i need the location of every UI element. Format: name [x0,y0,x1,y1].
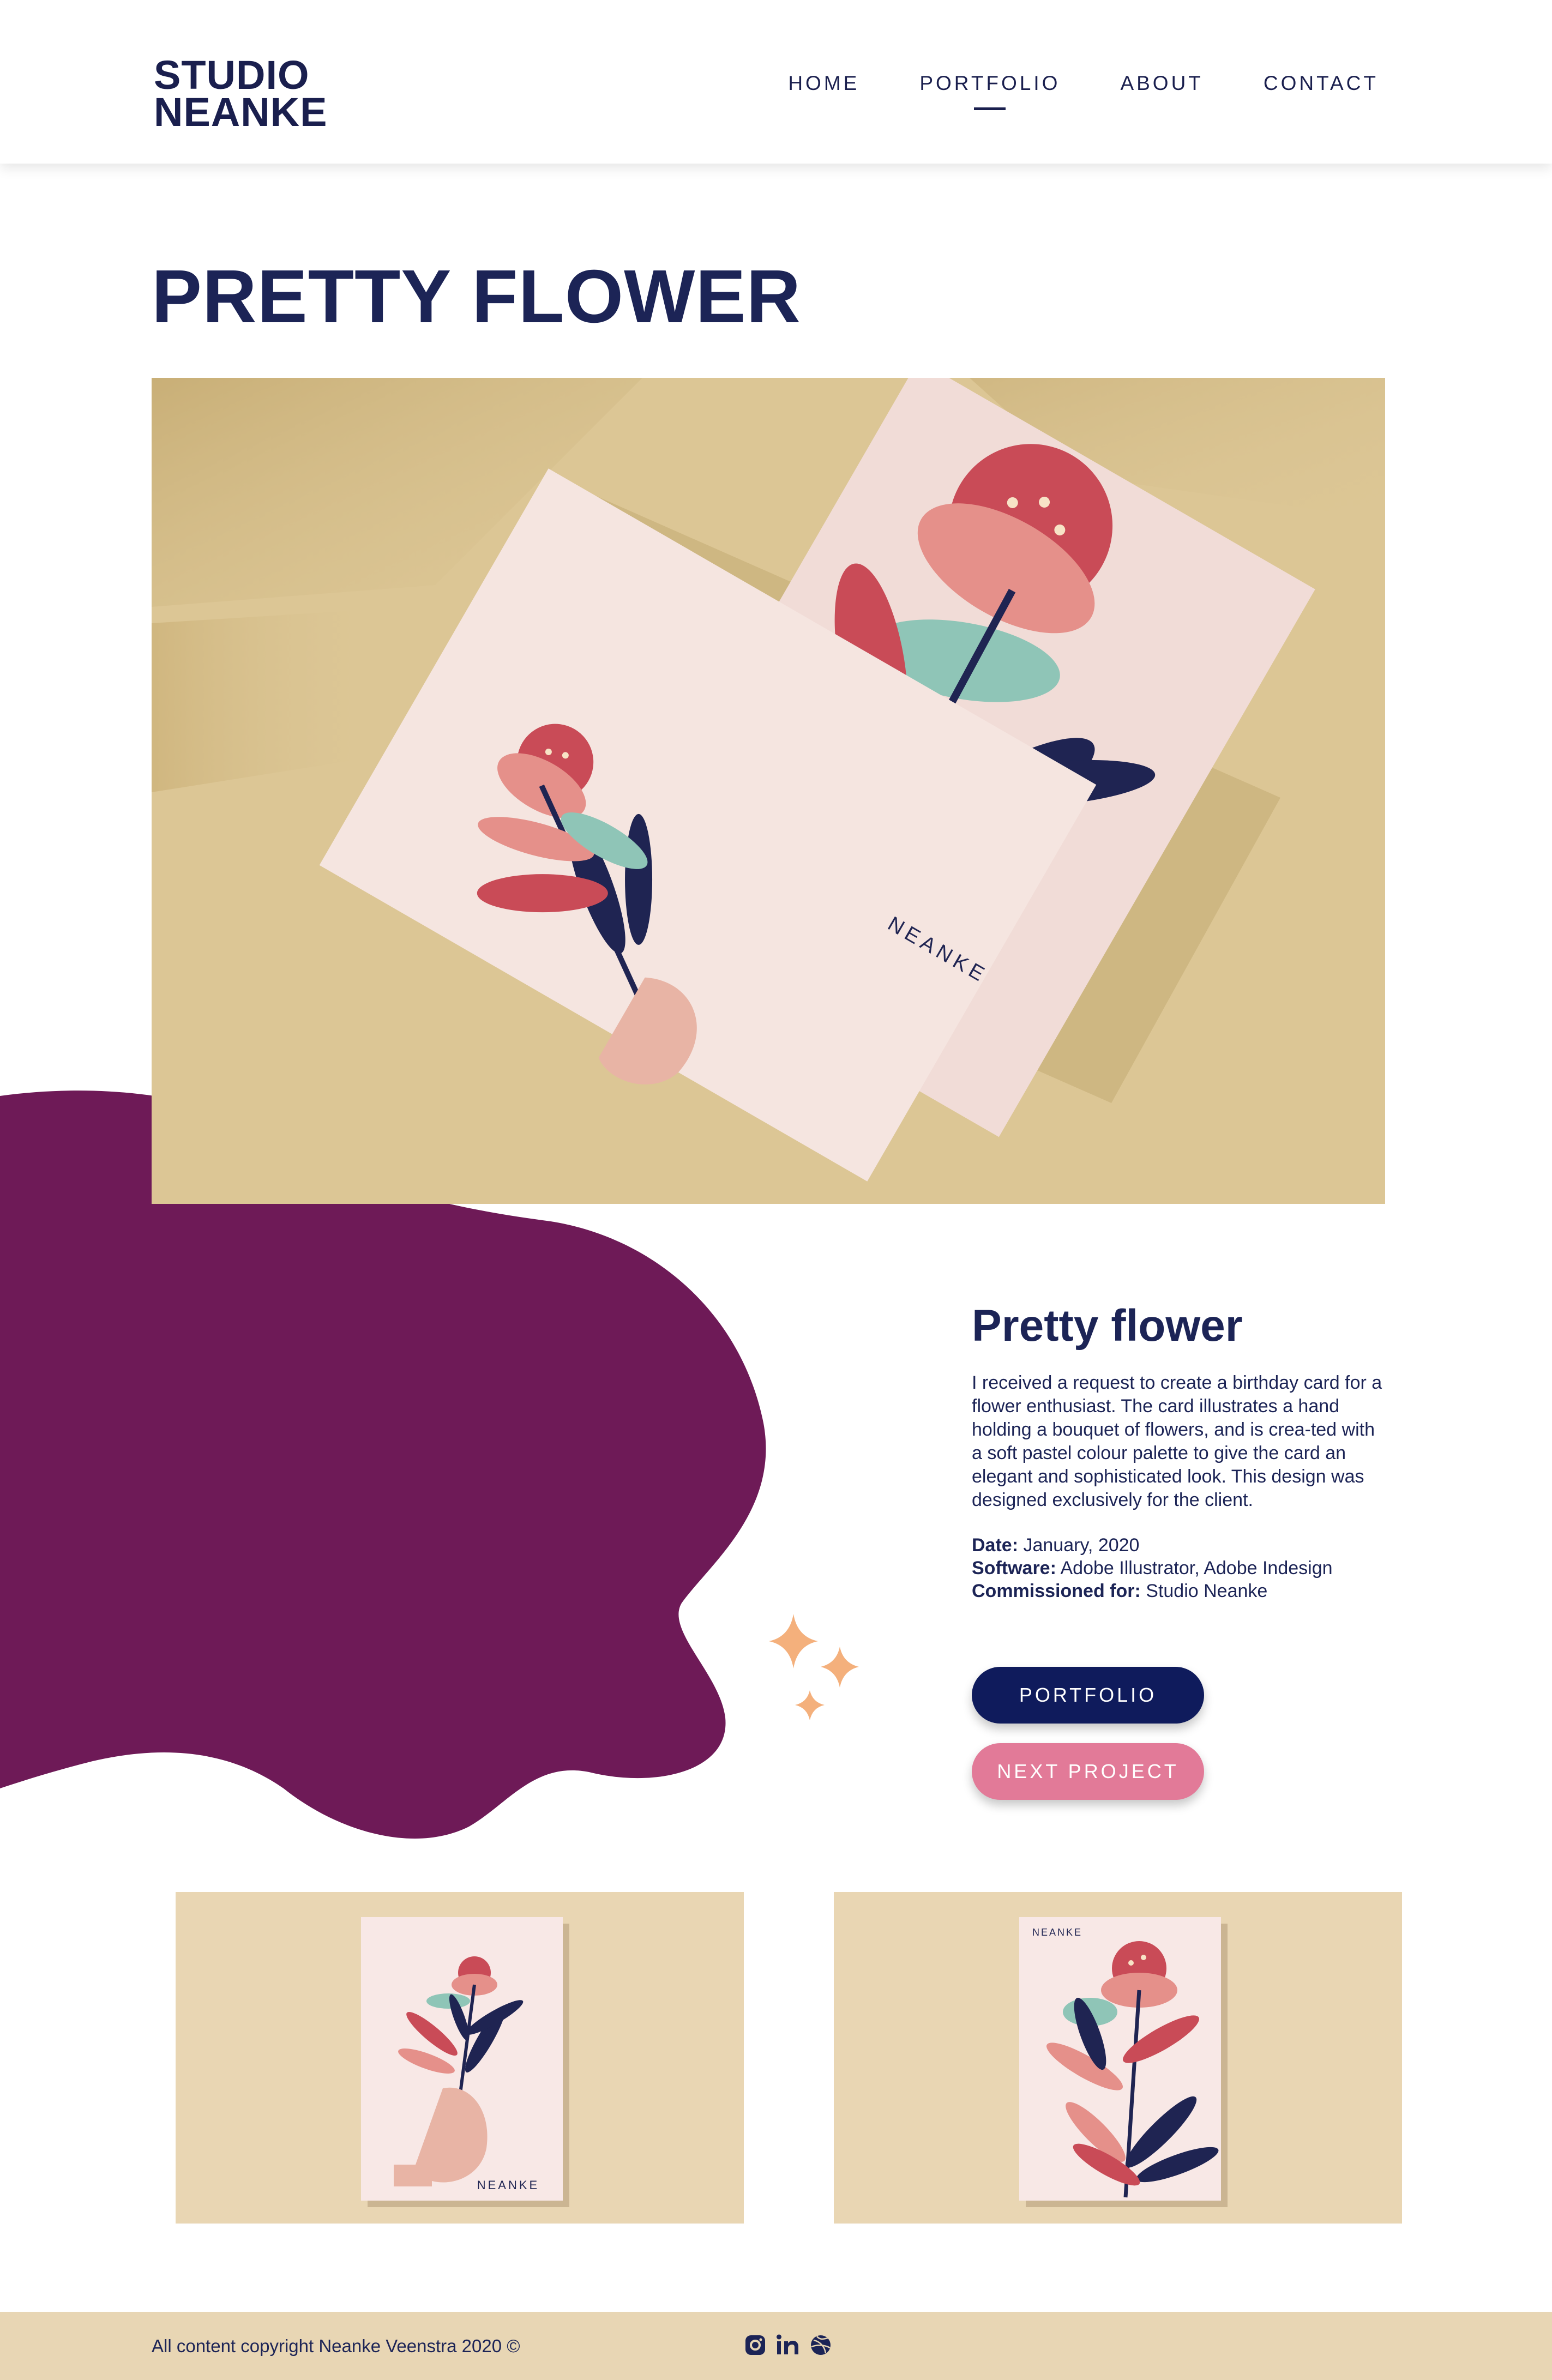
meta-date: Date: January, 2020 [972,1534,1386,1557]
nav-home[interactable]: HOME [788,72,859,95]
sparkle-icon [769,1614,859,1720]
meta-commissioned-label: Commissioned for: [972,1581,1141,1601]
logo-line-2: NEANKE [154,89,328,135]
social-links [743,2333,833,2358]
meta-date-label: Date: [972,1535,1019,1556]
thumbnail-2-signature: NEANKE [1032,1927,1082,1938]
project-info: Pretty flower I received a request to cr… [972,1300,1386,1602]
dribbble-icon[interactable] [808,2333,833,2358]
site-footer: All content copyright Neanke Veenstra 20… [0,2312,1552,2380]
nav-portfolio[interactable]: PORTFOLIO [919,72,1060,95]
page-title: PRETTY FLOWER [152,255,802,339]
logo-line-1: STUDIO [154,52,310,98]
meta-commissioned: Commissioned for: Studio Neanke [972,1580,1386,1602]
meta-commissioned-value: Studio Neanke [1146,1581,1268,1601]
studio-logo[interactable]: STUDIO NEANKE [154,52,328,135]
site-header: STUDIO NEANKE HOME PORTFOLIO ABOUT CONTA… [0,0,1552,164]
main-nav: HOME PORTFOLIO ABOUT CONTACT [728,72,1379,95]
project-title: Pretty flower [972,1301,1243,1351]
meta-date-value: January, 2020 [1023,1535,1140,1556]
thumbnail-1-signature: NEANKE [477,2178,539,2192]
linkedin-icon[interactable] [775,2333,801,2358]
card-back-illustration: NEANKE [1019,1917,1228,2207]
thumbnail-card-front[interactable]: NEANKE [176,1892,744,2224]
copyright-text: All content copyright Neanke Veenstra 20… [152,2336,520,2356]
hero-image: NEANKE [152,378,1385,1204]
portfolio-button[interactable]: PORTFOLIO [972,1667,1204,1724]
next-project-button[interactable]: NEXT PROJECT [972,1743,1204,1800]
meta-software: Software: Adobe Illustrator, Adobe Indes… [972,1557,1386,1580]
thumbnail-card-back[interactable]: NEANKE [834,1892,1402,2224]
meta-software-value: Adobe Illustrator, Adobe Indesign [1060,1558,1333,1578]
nav-about[interactable]: ABOUT [1120,72,1203,95]
project-description: I received a request to create a birthda… [972,1372,1382,1510]
nav-contact[interactable]: CONTACT [1264,72,1379,95]
card-mockup-illustration: NEANKE [152,378,1385,1204]
card-front-illustration: NEANKE [361,1917,569,2207]
instagram-icon[interactable] [743,2333,768,2358]
meta-software-label: Software: [972,1558,1056,1578]
